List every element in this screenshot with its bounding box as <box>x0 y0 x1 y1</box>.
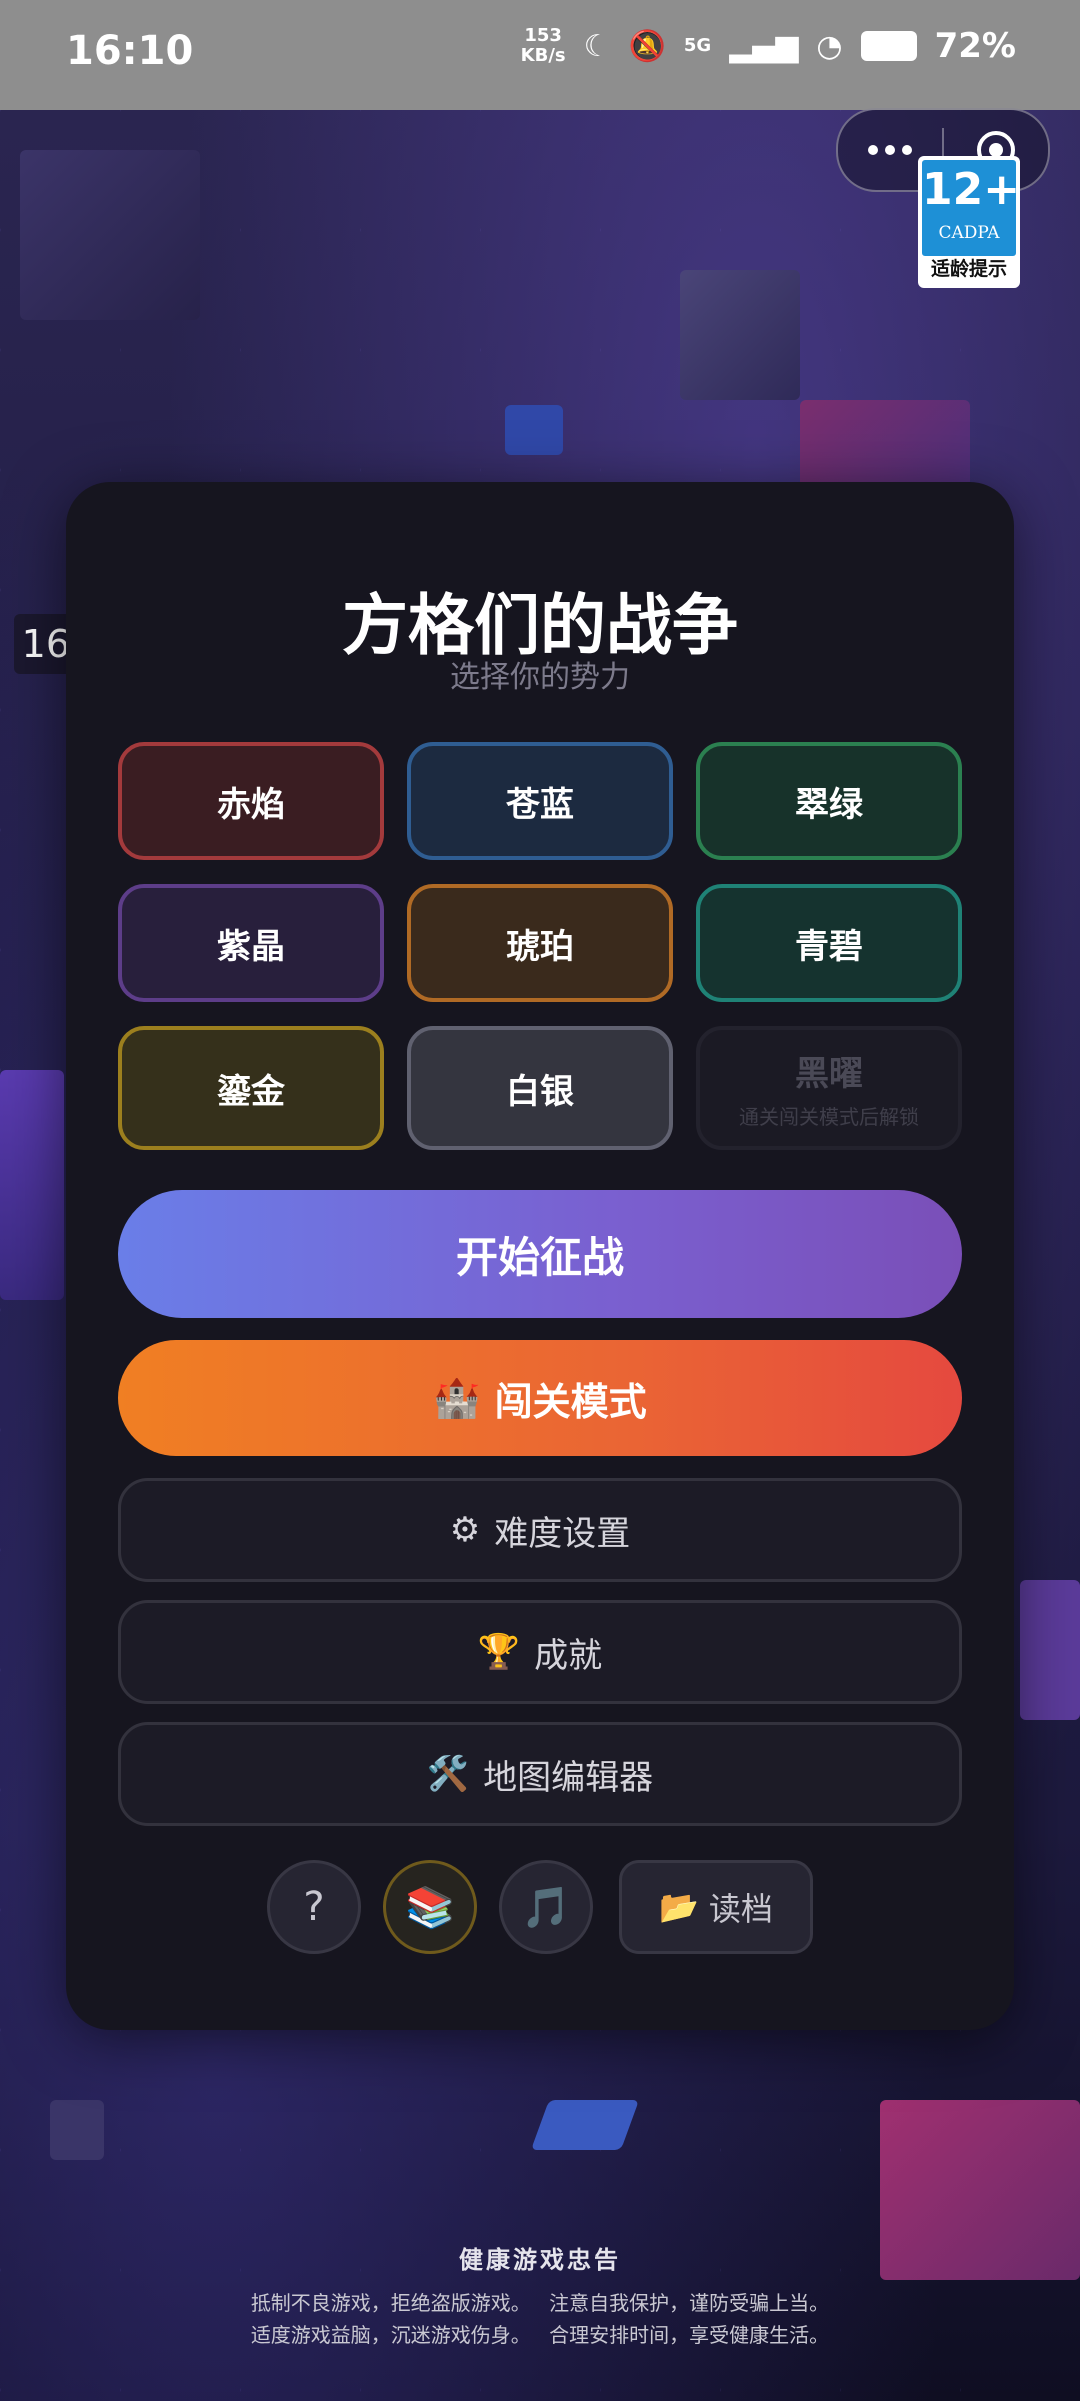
age-rating-number: 12+ <box>922 164 1021 215</box>
bg-cube <box>505 405 563 455</box>
challenge-mode-label: 闯关模式 <box>494 1379 647 1424</box>
challenge-mode-button[interactable]: 🏰 闯关模式 <box>118 1340 962 1456</box>
castle-icon: 🏰 <box>433 1375 481 1420</box>
game-subtitle: 选择你的势力 <box>450 660 630 695</box>
faction-button-qingbi[interactable]: 青碧 <box>696 884 962 1002</box>
faction-label: 琥珀 <box>506 926 574 967</box>
network-speed: 153 KB/s <box>520 25 566 66</box>
difficulty-settings-label: 难度设置 <box>494 1513 631 1554</box>
health-notice-title: 健康游戏忠告 <box>459 2246 621 2274</box>
bottom-icon-row: ? 📚 🎵 📂 读档 <box>66 1860 1014 1954</box>
bg-cube <box>0 1070 64 1300</box>
faction-label: 苍蓝 <box>506 784 574 825</box>
faction-button-hupo[interactable]: 琥珀 <box>407 884 673 1002</box>
bg-cube <box>50 2100 104 2160</box>
library-button[interactable]: 📚 <box>383 1860 477 1954</box>
question-icon: ? <box>303 1884 325 1930</box>
start-campaign-label: 开始征战 <box>455 1232 624 1282</box>
books-icon: 📚 <box>405 1884 455 1931</box>
age-rating-badge: 12+ CADPA 适龄提示 <box>918 156 1020 288</box>
faction-label: 鎏金 <box>217 1071 285 1112</box>
faction-button-canglan[interactable]: 苍蓝 <box>407 742 673 860</box>
start-campaign-button[interactable]: 开始征战 <box>118 1190 962 1318</box>
health-notice-line: 抵制不良游戏，拒绝盗版游戏。 注意自我保护，谨防受骗上当。 <box>250 2291 830 2315</box>
age-rating-tip: 适龄提示 <box>930 258 1007 280</box>
more-dots-icon <box>868 145 912 155</box>
age-rating-org: CADPA <box>938 223 1000 243</box>
load-save-label: 读档 <box>708 1890 773 1928</box>
load-save-button[interactable]: 📂 读档 <box>619 1860 813 1954</box>
faction-button-baiyin[interactable]: 白银 <box>407 1026 673 1150</box>
map-editor-button[interactable]: 🛠️ 地图编辑器 <box>118 1722 962 1826</box>
folder-open-icon: 📂 <box>659 1888 699 1926</box>
achievements-button[interactable]: 🏆 成就 <box>118 1600 962 1704</box>
music-note-icon: 🎵 <box>521 1884 571 1931</box>
bg-cube <box>680 270 800 400</box>
age-rating-panel: 12+ CADPA <box>922 160 1021 256</box>
faction-grid: 赤焰 苍蓝 翠绿 紫晶 琥珀 青碧 鎏金 白银 黑曜 通关闯关模式后解锁 <box>118 742 962 1152</box>
tools-icon: 🛠️ <box>426 1754 470 1794</box>
health-game-notice: 健康游戏忠告 抵制不良游戏，拒绝盗版游戏。 注意自我保护，谨防受骗上当。 适度游… <box>0 2240 1080 2351</box>
faction-label: 翠绿 <box>795 784 863 825</box>
wifi-icon: ◔ <box>816 28 843 64</box>
difficulty-settings-button[interactable]: ⚙ 难度设置 <box>118 1478 962 1582</box>
signal-icon: ▂▄▆ <box>729 28 799 64</box>
gear-icon: ⚙ <box>449 1510 481 1550</box>
faction-button-zijing[interactable]: 紫晶 <box>118 884 384 1002</box>
notification-muted-icon: 🔕 <box>628 28 666 64</box>
faction-button-chiyan[interactable]: 赤焰 <box>118 742 384 860</box>
help-button[interactable]: ? <box>267 1860 361 1954</box>
health-notice-line: 适度游戏益脑，沉迷游戏伤身。 合理安排时间，享受健康生活。 <box>250 2323 830 2347</box>
status-indicators: 153 KB/s ☾ 🔕 5G ▂▄▆ ◔ 72% <box>520 25 1016 67</box>
faction-button-liujin[interactable]: 鎏金 <box>118 1026 384 1150</box>
faction-label: 白银 <box>506 1071 574 1112</box>
faction-unlock-hint: 通关闯关模式后解锁 <box>739 1105 919 1129</box>
faction-label: 紫晶 <box>217 926 285 967</box>
main-menu-card: 方格们的战争 选择你的势力 赤焰 苍蓝 翠绿 紫晶 琥珀 青碧 鎏金 白银 黑曜… <box>66 482 1014 2030</box>
faction-button-cuilv[interactable]: 翠绿 <box>696 742 962 860</box>
faction-button-heiyao-locked[interactable]: 黑曜 通关闯关模式后解锁 <box>696 1026 962 1150</box>
status-bar: 16:10 153 KB/s ☾ 🔕 5G ▂▄▆ ◔ 72% <box>0 0 1080 110</box>
faction-label: 赤焰 <box>217 784 285 825</box>
achievements-label: 成就 <box>534 1635 603 1676</box>
music-button[interactable]: 🎵 <box>499 1860 593 1954</box>
network-type: 5G <box>683 35 712 56</box>
bg-cube <box>530 2100 640 2150</box>
faction-label: 青碧 <box>795 926 863 967</box>
status-time: 16:10 <box>66 28 194 74</box>
sleep-mode-icon: ☾ <box>583 28 611 64</box>
trophy-icon: 🏆 <box>477 1632 521 1672</box>
battery-level: 72% <box>934 26 1016 66</box>
bg-cube <box>1020 1580 1080 1720</box>
map-editor-label: 地图编辑器 <box>483 1757 654 1798</box>
bg-cube <box>20 150 200 320</box>
battery-icon <box>860 31 917 61</box>
faction-label: 黑曜 <box>795 1054 863 1094</box>
